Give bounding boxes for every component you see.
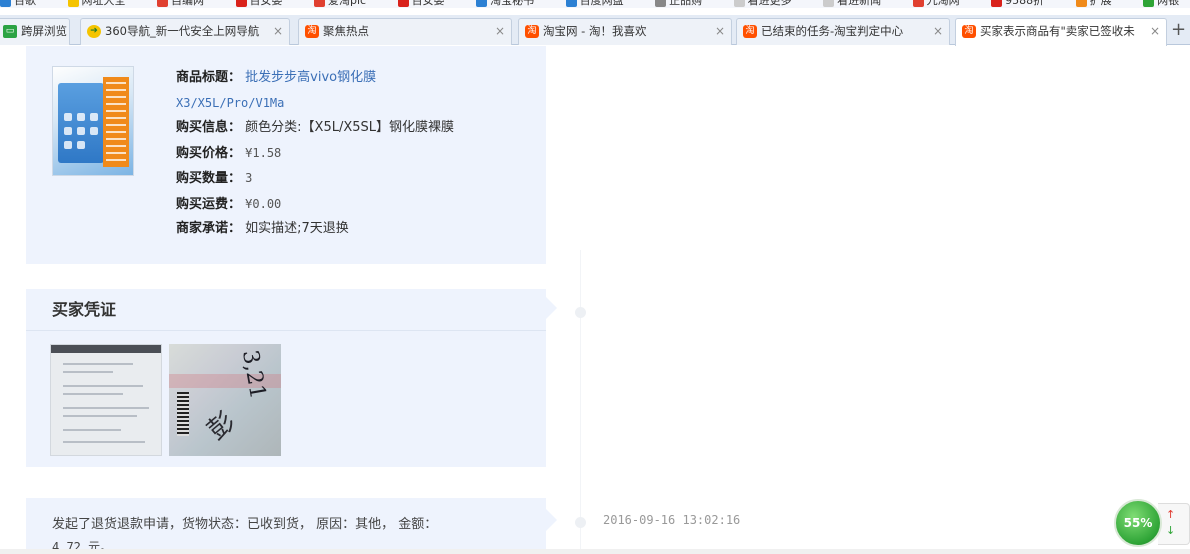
title-label: 商品标题： bbox=[176, 70, 242, 85]
shipping-value: ¥0.00 bbox=[245, 196, 282, 211]
bookmark-item[interactable]: 淘宝秘书 bbox=[476, 0, 548, 8]
speed-ball-badge[interactable]: 55% bbox=[1114, 499, 1162, 547]
evidence-image-screenshot[interactable] bbox=[50, 344, 162, 456]
product-title-link-cont[interactable]: X3/X5L/Pro/V1Ma bbox=[176, 96, 284, 110]
close-icon[interactable]: × bbox=[1150, 19, 1160, 44]
nav360-icon: ➔ bbox=[87, 25, 101, 38]
bookmark-item[interactable]: 爱淘pic bbox=[314, 0, 380, 8]
timeline-arrow bbox=[546, 297, 557, 319]
bookmark-item[interactable]: 百歌 bbox=[0, 0, 50, 8]
buyer-evidence-card: 买家凭证 3,21 彭 bbox=[26, 289, 546, 467]
bookmark-item[interactable]: 百女婴 bbox=[397, 0, 459, 8]
bookmark-item[interactable]: 自编网 bbox=[157, 0, 218, 8]
close-icon[interactable]: × bbox=[715, 19, 725, 44]
bookmark-icon bbox=[1143, 0, 1155, 7]
bookmark-icon bbox=[314, 0, 325, 7]
speed-panel[interactable]: ↑ ↓ bbox=[1158, 503, 1190, 545]
tab-hot-topics[interactable]: 淘 聚焦热点 × bbox=[298, 18, 512, 45]
bookmark-item[interactable]: 扩展 bbox=[1075, 0, 1126, 8]
bookmark-icon bbox=[823, 0, 835, 7]
bookmark-icon bbox=[235, 0, 247, 7]
new-tab-button[interactable]: + bbox=[1167, 18, 1190, 45]
refund-event-text: 发起了退货退款申请，货物状态：已收到货， 原因：其他， 金额： 4.72 元。 bbox=[52, 517, 438, 554]
tab-taobao-home[interactable]: 淘 淘宝网 - 淘！我喜欢 × bbox=[518, 18, 732, 45]
phone-screen-graphic bbox=[58, 83, 104, 163]
event-timestamp: 2016-09-16 13:02:16 bbox=[603, 513, 741, 527]
download-arrow-icon: ↓ bbox=[1166, 524, 1176, 537]
evidence-heading: 买家凭证 bbox=[26, 289, 546, 331]
bookmark-icon bbox=[476, 0, 488, 7]
page-bottom-edge bbox=[0, 549, 1190, 554]
quantity-label: 购买数量： bbox=[176, 171, 242, 186]
bookmark-icon bbox=[991, 0, 1003, 7]
taobao-icon: 淘 bbox=[525, 25, 539, 38]
bookmark-item[interactable]: 网址大全 bbox=[67, 0, 140, 8]
close-icon[interactable]: × bbox=[495, 19, 505, 44]
evidence-image-package-label[interactable]: 3,21 彭 bbox=[169, 344, 281, 456]
close-icon[interactable]: × bbox=[273, 19, 283, 44]
timeline-dot bbox=[575, 307, 586, 318]
shipping-label: 购买运费： bbox=[176, 196, 242, 212]
bookmark-item[interactable]: 看进新闻 bbox=[823, 0, 895, 8]
refund-event-card: 发起了退货退款申请，货物状态：已收到货， 原因：其他， 金额： 4.72 元。 bbox=[26, 498, 546, 554]
timeline-arrow bbox=[546, 509, 557, 531]
purchase-info-label: 购买信息： bbox=[176, 120, 242, 135]
taobao-icon: 淘 bbox=[305, 25, 319, 38]
quantity-value: 3 bbox=[245, 171, 253, 185]
close-icon[interactable]: × bbox=[933, 19, 943, 44]
promise-value: 如实描述;7天退换 bbox=[245, 221, 349, 236]
bookmark-icon bbox=[565, 0, 577, 7]
tab-360-nav[interactable]: ➔ 360导航_新一代安全上网导航 × bbox=[80, 18, 290, 45]
bookmark-item[interactable]: 百女婴 bbox=[235, 0, 297, 8]
bookmark-icon bbox=[655, 0, 667, 7]
bookmark-icon bbox=[397, 0, 409, 7]
bookmark-item[interactable]: 正品购 bbox=[655, 0, 716, 8]
tab-strip: ▭ 跨屏浏览 ➔ 360导航_新一代安全上网导航 × 淘 聚焦热点 × 淘 淘宝… bbox=[0, 15, 1190, 46]
promise-label: 商家承诺： bbox=[176, 221, 242, 236]
tab-cross-screen[interactable]: ▭ 跨屏浏览 bbox=[0, 18, 70, 45]
bookmark-icon bbox=[733, 0, 745, 7]
bookmark-icon bbox=[157, 0, 168, 7]
tab-current-dispute[interactable]: 淘 买家表示商品有"卖家已签收未 × bbox=[955, 18, 1167, 46]
price-label: 购买价格： bbox=[176, 145, 242, 161]
bookmark-item[interactable]: 百度网盘 bbox=[565, 0, 638, 8]
bookmark-icon bbox=[67, 0, 79, 7]
product-info: 商品标题： 批发步步高vivo钢化膜 X3/X5L/Pro/V1Ma 购买信息：… bbox=[176, 66, 454, 242]
product-spec-strip bbox=[103, 77, 129, 167]
product-card: 商品标题： 批发步步高vivo钢化膜 X3/X5L/Pro/V1Ma 购买信息：… bbox=[26, 46, 546, 264]
product-thumbnail[interactable] bbox=[52, 66, 134, 176]
bookmark-item[interactable]: 九淘网 bbox=[912, 0, 974, 8]
timeline-line bbox=[580, 250, 581, 554]
screen-icon: ▭ bbox=[3, 25, 17, 38]
bookmark-item[interactable]: 9588折 bbox=[991, 0, 1058, 8]
timeline-dot bbox=[575, 517, 586, 528]
taobao-icon: 淘 bbox=[962, 25, 976, 38]
upload-arrow-icon: ↑ bbox=[1166, 508, 1176, 521]
purchase-info-value: 颜色分类:【X5L/X5SL】钢化膜裸膜 bbox=[245, 120, 455, 135]
bookmark-icon bbox=[0, 0, 11, 7]
product-title-link[interactable]: 批发步步高vivo钢化膜 bbox=[245, 70, 376, 85]
bookmark-icon bbox=[1075, 0, 1087, 7]
bookmark-bar: 百歌 网址大全 自编网 百女婴 爱淘pic 百女婴 淘宝秘书 百度网盘 正品购 … bbox=[0, 0, 1190, 8]
tab-finished-tasks[interactable]: 淘 已结束的任务-淘宝判定中心 × bbox=[736, 18, 950, 45]
bookmark-icon bbox=[912, 0, 924, 7]
handwriting-mark: 彭 bbox=[202, 406, 242, 447]
taobao-icon: 淘 bbox=[743, 25, 757, 38]
bookmark-item[interactable]: 网银 bbox=[1143, 0, 1190, 8]
handwriting-mark: 3,21 bbox=[236, 348, 271, 401]
price-value: ¥1.58 bbox=[245, 145, 282, 160]
bookmark-item[interactable]: 看进更多 bbox=[733, 0, 806, 8]
barcode-graphic bbox=[177, 392, 189, 436]
